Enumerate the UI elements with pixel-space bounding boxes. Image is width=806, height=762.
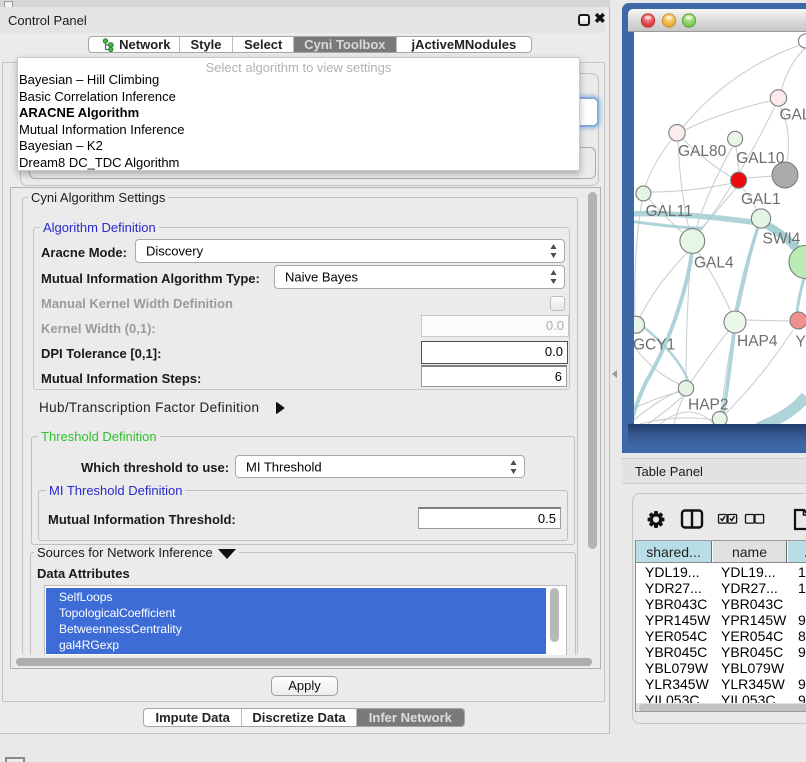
svg-text:GAL10: GAL10 (736, 150, 785, 167)
svg-text:GAL1: GAL1 (741, 191, 781, 208)
svg-text:GCY1: GCY1 (634, 337, 675, 354)
svg-text:Y: Y (796, 334, 806, 351)
svg-text:SWI4: SWI4 (763, 231, 801, 248)
svg-text:GAL80: GAL80 (678, 143, 727, 160)
svg-text:GAL4: GAL4 (694, 255, 734, 272)
svg-text:GAL11: GAL11 (646, 203, 693, 220)
svg-text:HAP4: HAP4 (737, 333, 778, 350)
svg-text:GAL7: GAL7 (780, 107, 806, 124)
svg-text:HAP2: HAP2 (688, 397, 729, 414)
